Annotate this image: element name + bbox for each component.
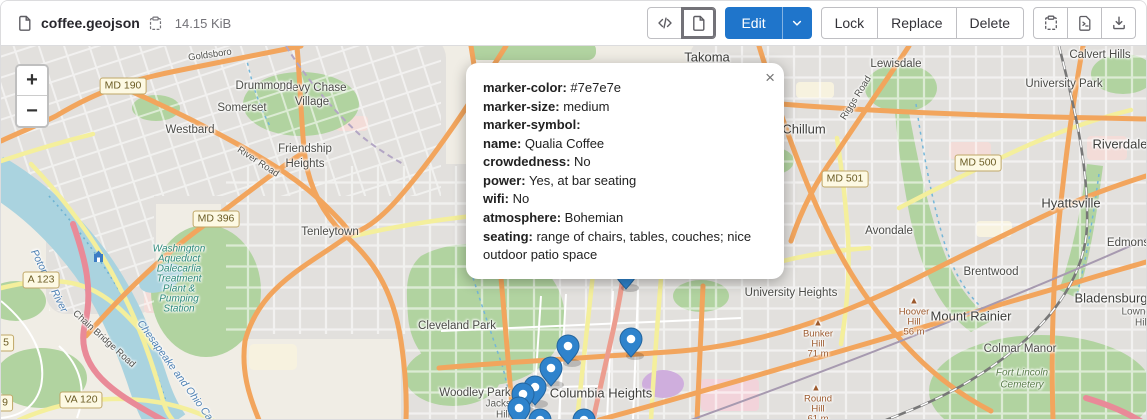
file-actions: Edit Lock Replace Delete xyxy=(647,7,1136,39)
popup-properties: marker-color: #7e7e7emarker-size: medium… xyxy=(483,79,764,265)
popup-property: atmosphere: Bohemian xyxy=(483,209,764,228)
map-zoom-control: + − xyxy=(15,64,49,128)
map-marker[interactable] xyxy=(573,409,597,420)
edit-button[interactable]: Edit xyxy=(725,7,781,39)
code-icon xyxy=(657,15,673,31)
edit-split-button: Edit xyxy=(725,7,811,39)
file-icon xyxy=(17,15,33,31)
popup-property: crowdedness: No xyxy=(483,153,764,172)
popup-property: seating: range of chairs, tables, couche… xyxy=(483,228,764,265)
clipboard-icon xyxy=(1043,15,1059,31)
file-header: coffee.geojson 14.15 KiB xyxy=(1,1,1146,46)
zoom-in-button[interactable]: + xyxy=(17,66,47,96)
copy-path-icon[interactable] xyxy=(148,16,163,31)
popup-property: marker-symbol: xyxy=(483,116,764,135)
file-code-icon xyxy=(1077,15,1093,31)
source-view-button[interactable] xyxy=(647,7,682,39)
file-name: coffee.geojson xyxy=(41,15,140,31)
delete-button[interactable]: Delete xyxy=(956,7,1024,39)
file-ops-group: Lock Replace Delete xyxy=(821,7,1024,39)
file-size: 14.15 KiB xyxy=(175,16,231,31)
copy-contents-button[interactable] xyxy=(1033,7,1068,39)
popup-property: name: Qualia Coffee xyxy=(483,135,764,154)
popup-property: power: Yes, at bar seating xyxy=(483,172,764,191)
open-raw-button[interactable] xyxy=(1067,7,1102,39)
view-toggle-group xyxy=(647,7,716,39)
rendered-view-button[interactable] xyxy=(681,7,716,39)
download-button[interactable] xyxy=(1101,7,1136,39)
lock-button[interactable]: Lock xyxy=(821,7,879,39)
map-marker[interactable] xyxy=(620,328,644,360)
file-info: coffee.geojson 14.15 KiB xyxy=(17,15,231,31)
file-viewer: coffee.geojson 14.15 KiB xyxy=(0,0,1147,420)
geojson-map[interactable]: TakomaChevy ChaseVillageDrummondSomerset… xyxy=(1,46,1146,420)
download-icon xyxy=(1111,15,1127,31)
chevron-down-icon xyxy=(791,17,803,29)
popup-property: marker-color: #7e7e7e xyxy=(483,79,764,98)
document-icon xyxy=(691,15,707,31)
edit-dropdown-button[interactable] xyxy=(782,7,812,39)
zoom-out-button[interactable]: − xyxy=(17,96,47,126)
replace-button[interactable]: Replace xyxy=(877,7,956,39)
popup-close-icon[interactable]: × xyxy=(765,69,775,86)
popup-property: marker-size: medium xyxy=(483,98,764,117)
feature-popup: × marker-color: #7e7e7emarker-size: medi… xyxy=(466,63,784,279)
popup-property: wifi: No xyxy=(483,190,764,209)
file-utility-group xyxy=(1033,7,1136,39)
